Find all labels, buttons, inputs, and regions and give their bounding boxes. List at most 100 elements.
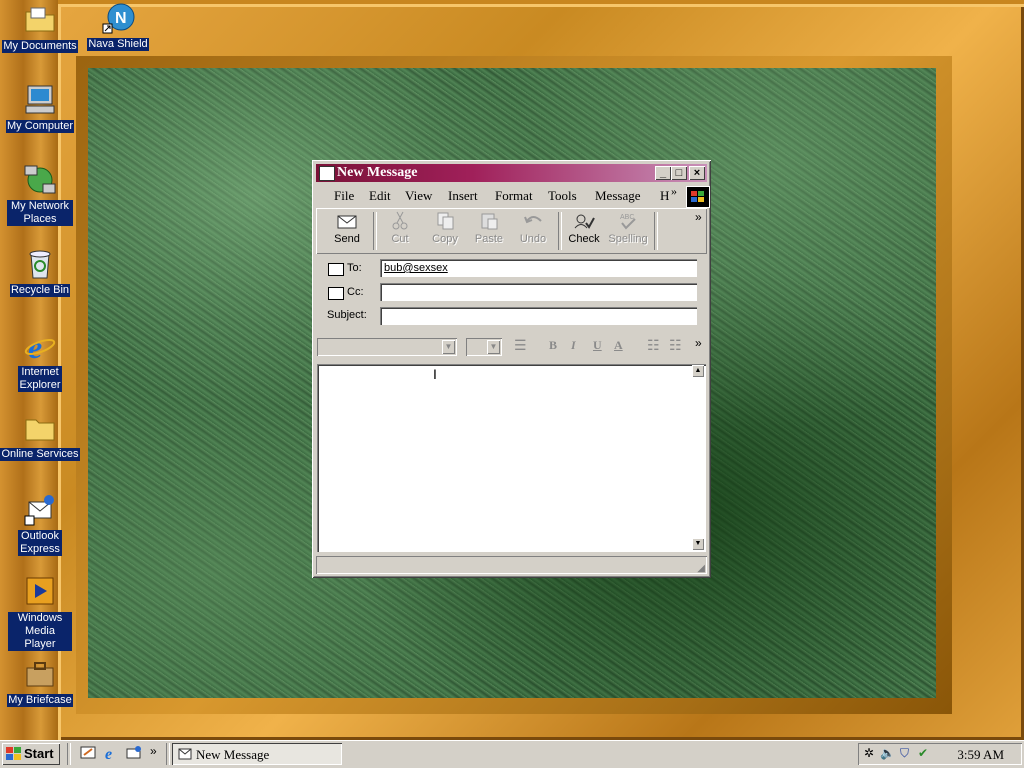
font-name-select[interactable]: ▼ [317, 338, 457, 356]
menu-edit[interactable]: Edit [369, 188, 391, 204]
message-icon [178, 748, 192, 760]
check-names-button[interactable]: Check [562, 211, 606, 251]
undo-button[interactable]: Undo [511, 211, 555, 251]
resize-grip-icon[interactable]: ◢ [697, 563, 705, 574]
bold-button[interactable]: B [549, 338, 557, 353]
security-tray-icon[interactable]: ✔ [918, 746, 928, 760]
internet-explorer-icon: e [23, 329, 57, 365]
window-titlebar[interactable]: New Message _ □ × [316, 164, 707, 182]
desktop-icon-my-documents[interactable]: My Documents [0, 4, 80, 53]
menu-overflow-chevron[interactable]: » [671, 184, 677, 199]
paste-label: Paste [474, 233, 504, 245]
scroll-up-button[interactable]: ▲ [692, 365, 704, 377]
desktop-icon-label: Online Services [0, 448, 80, 461]
windows-logo-icon [686, 186, 710, 208]
menu-help[interactable]: H [660, 188, 669, 204]
toolbar: Send Cut Copy Paste Undo Check ABC Spell… [316, 208, 707, 254]
desktop-icon-recycle-bin[interactable]: Recycle Bin [0, 248, 80, 297]
spelling-icon: ABC [616, 211, 640, 231]
spelling-button[interactable]: ABC Spelling [606, 211, 650, 251]
quicklaunch-overflow-chevron[interactable]: » [150, 744, 157, 758]
cc-label: Cc: [347, 286, 364, 298]
address-book-icon[interactable] [328, 287, 344, 300]
address-book-icon[interactable] [328, 263, 344, 276]
menu-insert[interactable]: Insert [448, 188, 478, 204]
to-recipient[interactable]: bub@sexsex [384, 262, 448, 274]
desktop-icon-label: My Network Places [7, 200, 73, 226]
subject-label: Subject: [327, 309, 367, 321]
underline-button[interactable]: U [593, 338, 602, 353]
desktop-icon-label: Windows Media Player [8, 612, 72, 651]
text-cursor-icon: I [433, 366, 437, 382]
send-button[interactable]: Send [325, 211, 369, 251]
start-label: Start [24, 746, 54, 761]
minimize-button[interactable]: _ [655, 166, 671, 180]
menu-file[interactable]: File [334, 188, 354, 204]
scroll-down-button[interactable]: ▼ [692, 538, 704, 550]
spelling-label: Spelling [608, 233, 648, 245]
to-field[interactable]: bub@sexsex [380, 259, 697, 277]
volume-icon[interactable]: 🔈 [880, 746, 895, 760]
clock[interactable]: 3:59 AM [957, 747, 1004, 763]
paste-button[interactable]: Paste [467, 211, 511, 251]
scissors-icon [388, 211, 412, 231]
menu-format[interactable]: Format [495, 188, 533, 204]
desktop-icon-online-services[interactable]: Online Services [0, 412, 80, 461]
taskbar-button-label: New Message [196, 747, 270, 762]
internet-explorer-icon[interactable]: e [103, 745, 119, 763]
desktop-icon-label: My Documents [2, 40, 78, 53]
menu-tools[interactable]: Tools [548, 188, 577, 204]
paste-icon [477, 211, 501, 231]
paragraph-style-icon[interactable]: ☰ [514, 337, 527, 354]
cut-button[interactable]: Cut [378, 211, 422, 251]
undo-label: Undo [519, 233, 547, 245]
desktop-icon-my-network-places[interactable]: My Network Places [0, 164, 80, 226]
taskbar-separator [166, 743, 170, 765]
recycle-bin-icon [23, 248, 57, 282]
desktop-icon-label: Internet Explorer [18, 366, 62, 392]
system-tray: ✲ 🔈 ⛉ ✔ 3:59 AM [858, 743, 1022, 765]
chevron-down-icon: ▼ [487, 340, 500, 354]
desktop-icon-nava-shield[interactable]: N Nava Shield [78, 2, 158, 51]
window-title: New Message [337, 165, 418, 180]
cut-label: Cut [391, 233, 409, 245]
to-label: To: [347, 262, 362, 274]
desktop-icon-internet-explorer[interactable]: e Internet Explorer [0, 329, 80, 392]
outlook-express-icon[interactable] [126, 745, 142, 761]
bulleted-list-icon[interactable]: ☷ [669, 337, 682, 354]
taskbar-button-new-message[interactable]: New Message [172, 743, 342, 765]
media-player-icon [23, 576, 57, 610]
italic-button[interactable]: I [571, 338, 576, 353]
message-body[interactable] [317, 364, 706, 552]
undo-icon [521, 211, 545, 231]
tray-app-icon[interactable]: ✲ [864, 746, 874, 760]
chevron-down-icon: ▼ [442, 340, 455, 354]
toolbar-separator [654, 212, 658, 250]
toolbar-separator [373, 212, 377, 250]
show-desktop-icon[interactable] [80, 745, 96, 761]
font-color-button[interactable]: A [614, 338, 623, 353]
desktop-icon-windows-media-player[interactable]: Windows Media Player [0, 576, 80, 651]
font-size-select[interactable]: ▼ [466, 338, 502, 356]
start-button[interactable]: Start [2, 743, 60, 765]
cc-field[interactable] [380, 283, 697, 301]
menu-view[interactable]: View [405, 188, 432, 204]
outlook-express-icon [23, 494, 57, 528]
subject-field[interactable] [380, 307, 697, 325]
format-overflow-chevron[interactable]: » [695, 336, 702, 350]
desktop-icon-my-computer[interactable]: My Computer [0, 84, 80, 133]
briefcase-icon [23, 658, 57, 692]
shield-icon[interactable]: ⛉ [900, 746, 909, 761]
shield-icon: N [101, 2, 135, 36]
copy-button[interactable]: Copy [423, 211, 467, 251]
desktop-icon-label: Outlook Express [18, 530, 62, 556]
desktop-icon-my-briefcase[interactable]: My Briefcase [0, 658, 80, 707]
toolbar-overflow-chevron[interactable]: » [695, 210, 702, 224]
desktop-icon-outlook-express[interactable]: Outlook Express [0, 494, 80, 556]
numbered-list-icon[interactable]: ☷ [647, 337, 660, 354]
status-bar: ◢ [316, 556, 707, 574]
check-names-icon [572, 211, 596, 231]
close-button[interactable]: × [689, 166, 705, 180]
maximize-button[interactable]: □ [671, 166, 687, 180]
menu-message[interactable]: Message [595, 188, 641, 204]
